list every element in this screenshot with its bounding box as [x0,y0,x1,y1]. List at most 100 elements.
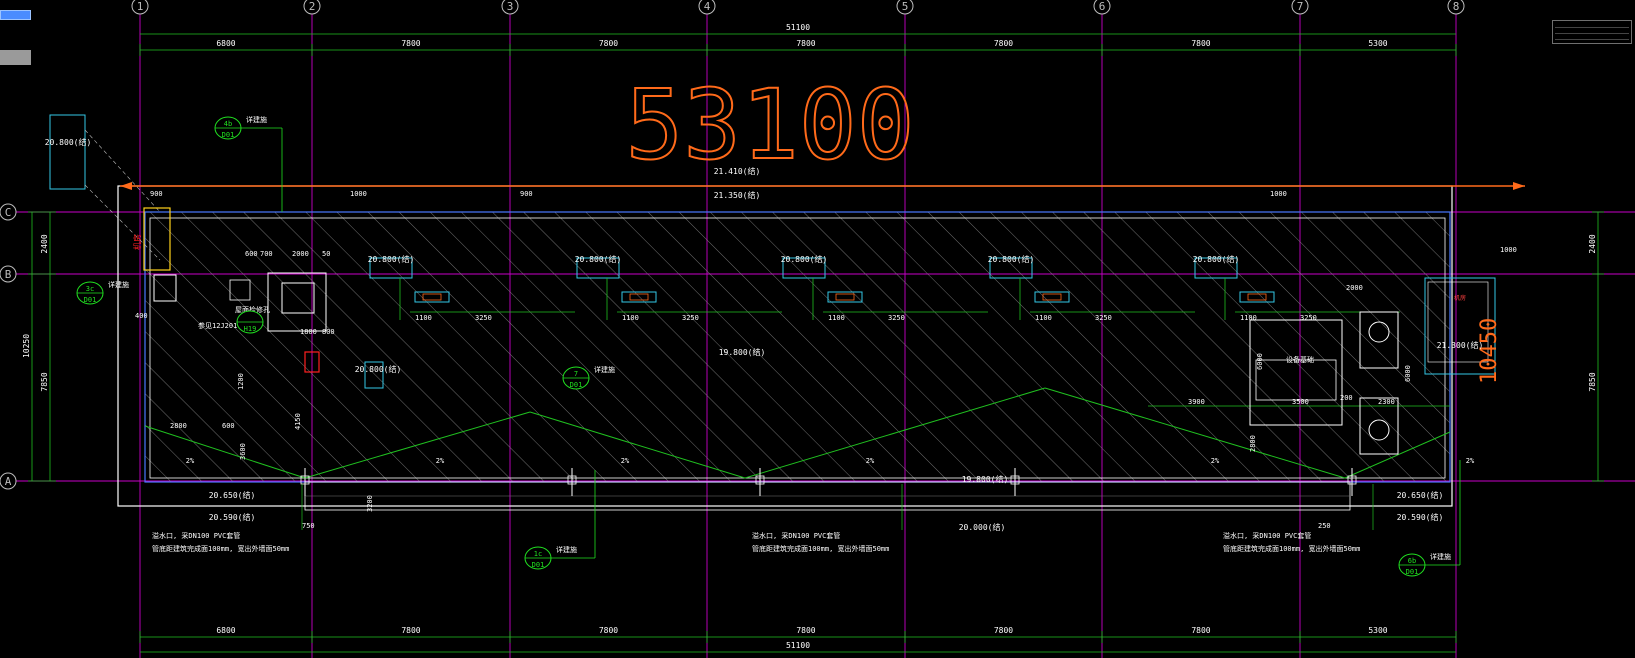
elevation-text: 20.800(结) [368,254,415,264]
dim-text: 2300 [1378,398,1395,406]
dim-text: 3900 [1188,398,1205,406]
elevation-text: 20.000(结) [959,522,1006,532]
dim-text: 900 [150,190,163,198]
elev-box-left [49,114,86,190]
dim-text: 7800 [994,626,1013,635]
grid-label: 3 [507,0,514,13]
dim-text: 5300 [1368,39,1387,48]
arrow-head [120,182,132,190]
dim-text: 750 [302,522,315,530]
dim-text: 3250 [475,314,492,322]
dim-text: 4150 [294,413,302,430]
dim-text: 7800 [599,626,618,635]
grid-label: 7 [1297,0,1304,13]
elevation-text: 20.800(结) [575,254,622,264]
slope-label: 2% [1211,457,1220,465]
dim-text: 51100 [786,641,810,650]
tag-note: 详建施 [556,545,577,554]
elevation-text: 20.590(结) [209,512,256,522]
dim-text: 6800 [216,39,235,48]
note-text: 参见12J201 [198,321,237,330]
dim-text: 2000 [292,250,309,258]
tag-note: 详建施 [246,115,267,124]
dim-text: 6800 [216,626,235,635]
grid-label: 6 [1099,0,1106,13]
elevation-text: 20.800(结) [988,254,1035,264]
slope-label: 2% [186,457,195,465]
dim-text: 5300 [1368,626,1387,635]
dim-text: 7850 [40,372,49,391]
elevation-text: 20.800(结) [45,137,92,147]
grid-label: C [5,206,12,219]
tag-num: 7 [574,370,578,378]
dim-text: 200 [1340,394,1353,402]
tag-sheet: D01 [570,381,583,389]
dim-text: 400 [135,312,148,320]
dim-text: 700 [260,250,273,258]
dim-text: 2400 [1588,234,1597,253]
dim-text: 3250 [888,314,905,322]
drain-note: 管底距建筑完成面100mm, 宽出外墙面50mm [1223,544,1360,553]
tag-sheet: D01 [1406,568,1419,576]
drain-note: 管底距建筑完成面100mm, 宽出外墙面50mm [152,544,289,553]
elevation-text: 20.590(结) [1397,512,1444,522]
dim-text: 3600 [239,443,247,460]
tag-note: 详建施 [108,280,129,289]
dim-text: 1000 [1270,190,1287,198]
big-length-label: 53100 [626,69,915,181]
elevation-text: 21.300(结) [1437,340,1484,350]
dim-text: 1100 [1240,314,1257,322]
grid-label: B [5,268,12,281]
elevation-text: 20.800(结) [355,364,402,374]
tag-num: 3c [86,285,94,293]
note-text: 设备基础 [1286,355,1314,364]
dim-text: 1100 [622,314,639,322]
dim-text: 7800 [796,39,815,48]
dim-text: 6000 [1256,353,1264,370]
drawing-canvas[interactable]: 1 2 3 4 5 6 7 8CBA 6800 7800 7800 7800 7800 7800 5300… [0,0,1635,658]
dim-text: 2000 [1346,284,1363,292]
dim-text: 1000 [1500,246,1517,254]
elevation-text: 19.800(结) [719,347,766,357]
dim-text: 50 [322,250,330,258]
tag-num: 4b [224,120,232,128]
grid-label: 2 [309,0,316,13]
dim-text: 800 [322,328,335,336]
dim-text: 600 [222,422,235,430]
dim-text: 7800 [599,39,618,48]
dim-text: 3250 [682,314,699,322]
elevation-text: 20.650(结) [209,490,256,500]
tag-num: 6b [1408,557,1416,565]
tag-sheet: H19 [244,325,257,333]
dim-text: 10250 [22,334,31,358]
tag-note: 详建施 [594,365,615,374]
elevation-text: 20.800(结) [1193,254,1240,264]
drain-note: 溢水口, 采DN100 PVC套管 [152,531,240,540]
grid-label: 4 [704,0,711,13]
dim-text: 6000 [1404,365,1412,382]
dim-text: 1100 [1035,314,1052,322]
note-text: 机房 [1454,294,1466,302]
dim-text: 2800 [1249,435,1257,452]
drain-note: 溢水口, 采DN100 PVC套管 [752,531,840,540]
dim-text: 3250 [1300,314,1317,322]
dim-text: 1800 [300,328,317,336]
grid-label: 5 [902,0,909,13]
dim-text: 1200 [237,373,245,390]
leader-line [84,129,161,213]
dim-text: 7800 [1191,626,1210,635]
drain-note: 溢水口, 采DN100 PVC套管 [1223,531,1311,540]
dim-text: 2400 [40,234,49,253]
big-width-label: 10450 [1477,318,1502,384]
dim-text: 7800 [401,39,420,48]
dim-text: 7800 [994,39,1013,48]
dim-text: 2800 [170,422,187,430]
slope-label: 2% [436,457,445,465]
dim-text: 250 [1318,522,1331,530]
drain-note: 管底距建筑完成面100mm, 宽出外墙面50mm [752,544,889,553]
elevation-text: 20.650(结) [1397,490,1444,500]
dim-text: 1000 [350,190,367,198]
tag-sheet: D01 [222,131,235,139]
dim-text: 1100 [415,314,432,322]
dim-text: 1100 [828,314,845,322]
